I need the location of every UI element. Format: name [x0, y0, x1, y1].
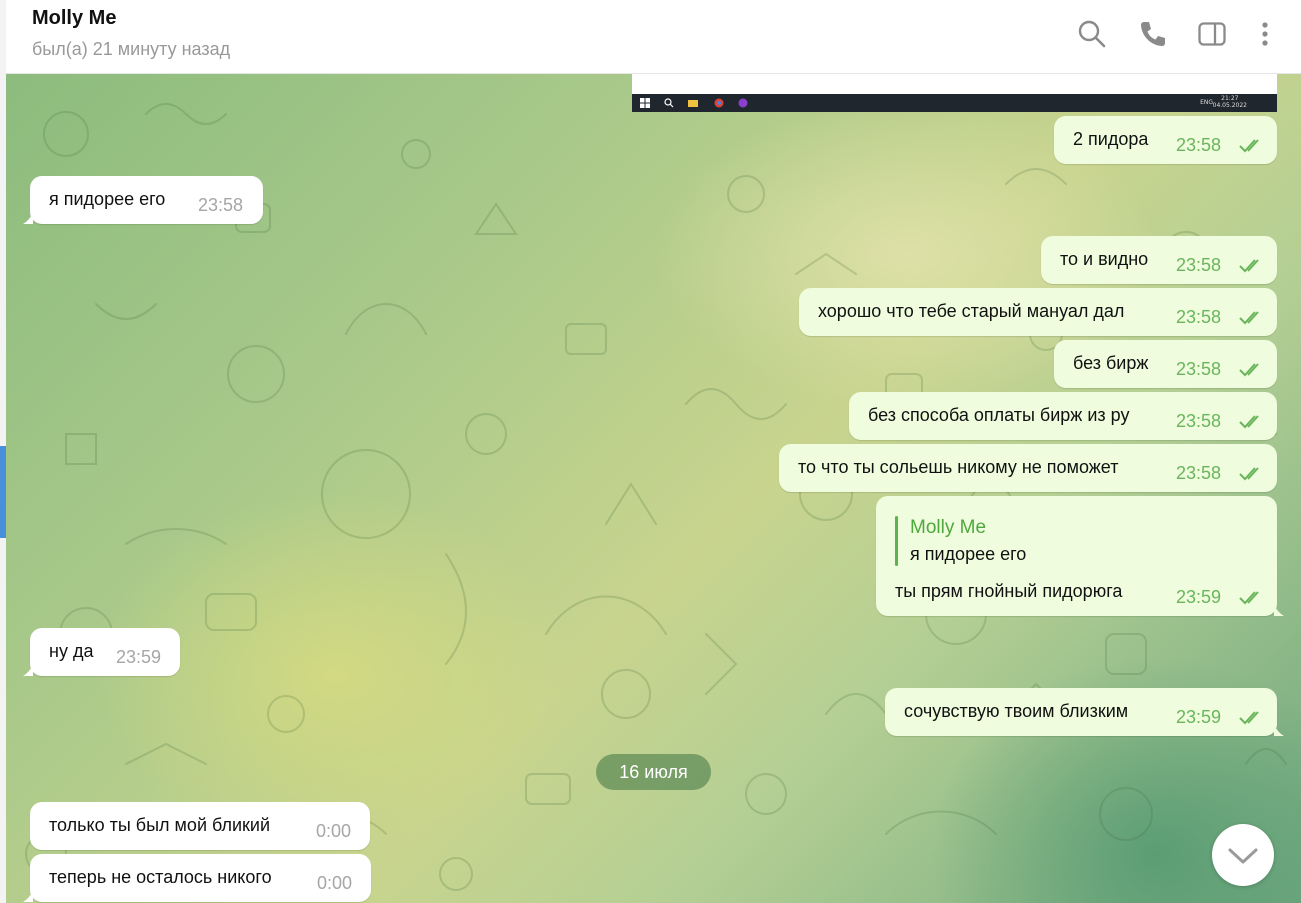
double-check-icon [1239, 467, 1259, 481]
message-outgoing[interactable]: без бирж 23:58 [1054, 340, 1277, 388]
message-text: ну да [49, 641, 94, 661]
bubble-tail [1274, 724, 1284, 736]
bubble-tail [23, 890, 33, 902]
message-text: теперь не осталось никого [49, 867, 272, 887]
message-outgoing[interactable]: 2 пидора 23:58 [1054, 116, 1277, 164]
sidebar-toggle-icon[interactable] [1196, 18, 1228, 50]
last-seen-status: был(а) 21 минуту назад [32, 39, 231, 59]
message-text: только ты был мой бликий [49, 815, 271, 835]
message-text: то что ты сольешь никому не поможет [798, 457, 1119, 477]
bubble-tail [23, 212, 33, 224]
double-check-icon [1239, 139, 1259, 153]
date-separator: 16 июля [596, 754, 711, 790]
message-time: 23:58 [198, 195, 244, 215]
message-time: 23:58 [1176, 463, 1222, 483]
reply-quote-text[interactable]: я пидорее его [910, 544, 1026, 565]
chevron-down-icon [1228, 848, 1258, 864]
shared-screenshot[interactable]: ENG 21:27 04.05.2022 [632, 74, 1277, 112]
message-text: я пидорее его [49, 189, 166, 209]
message-time: 23:58 [1176, 411, 1222, 431]
double-check-icon [1239, 363, 1259, 377]
chat-area[interactable]: ENG 21:27 04.05.2022 2 пидора 23:58 я пи… [6, 74, 1301, 903]
message-text: без бирж [1073, 353, 1149, 373]
phone-icon[interactable] [1137, 18, 1169, 50]
message-incoming[interactable]: я пидорее его 23:58 [23, 176, 263, 224]
message-time: 23:59 [1176, 587, 1222, 607]
tor-browser-icon [738, 98, 748, 108]
double-check-icon [1239, 591, 1259, 605]
taskbar-language: ENG [1200, 99, 1213, 106]
taskbar-clock: 21:27 04.05.2022 [1213, 95, 1247, 109]
message-outgoing[interactable]: хорошо что тебе старый мануал дал 23:58 [799, 288, 1277, 336]
double-check-icon [1239, 711, 1259, 725]
reply-author[interactable]: Molly Me [910, 517, 986, 539]
message-time: 23:58 [1176, 359, 1222, 379]
screenshot-taskbar: ENG 21:27 04.05.2022 [632, 94, 1277, 112]
message-text: то и видно [1060, 249, 1149, 269]
message-incoming[interactable]: ну да 23:59 [23, 628, 180, 676]
message-outgoing[interactable]: то и видно 23:58 [1041, 236, 1277, 284]
taskbar-search-icon [664, 98, 674, 108]
search-icon[interactable] [1076, 18, 1108, 50]
chat-header: Molly Me был(а) 21 минуту назад [6, 0, 1301, 74]
message-incoming[interactable]: теперь не осталось никого 0:00 [23, 854, 371, 902]
message-outgoing[interactable]: то что ты сольешь никому не поможет 23:5… [779, 444, 1277, 492]
message-time: 23:58 [1176, 307, 1222, 327]
message-time: 23:58 [1176, 135, 1222, 155]
bubble-tail [23, 664, 33, 676]
message-text: сочувствую твоим близким [904, 701, 1129, 721]
double-check-icon [1239, 311, 1259, 325]
chrome-icon [714, 98, 724, 108]
reply-quote-bar [895, 516, 898, 566]
windows-start-icon [640, 98, 650, 108]
double-check-icon [1239, 415, 1259, 429]
message-outgoing-reply[interactable]: Molly Me я пидорее его ты прям гнойный п… [876, 496, 1284, 616]
file-explorer-icon [688, 100, 698, 107]
message-incoming[interactable]: только ты был мой бликий 0:00 [30, 802, 370, 850]
message-outgoing[interactable]: сочувствую твоим близким 23:59 [885, 688, 1284, 736]
message-text: без способа оплаты бирж из ру [868, 405, 1130, 425]
chat-title[interactable]: Molly Me [32, 7, 116, 30]
message-time: 23:59 [1176, 707, 1222, 727]
bubble-tail [1274, 604, 1284, 616]
taskbar-clock-time: 21:27 [1221, 95, 1239, 102]
message-time: 0:00 [317, 873, 353, 893]
message-outgoing[interactable]: без способа оплаты бирж из ру 23:58 [849, 392, 1277, 440]
message-time: 0:00 [316, 821, 352, 841]
taskbar-clock-date: 04.05.2022 [1212, 102, 1247, 109]
message-text: хорошо что тебе старый мануал дал [818, 301, 1125, 321]
message-time: 23:58 [1176, 255, 1222, 275]
double-check-icon [1239, 259, 1259, 273]
message-text: 2 пидора [1073, 129, 1149, 149]
scroll-to-bottom-button[interactable] [1212, 824, 1274, 886]
message-text: ты прям гнойный пидорюга [895, 581, 1123, 601]
more-vertical-icon[interactable] [1249, 18, 1281, 50]
message-time: 23:59 [116, 647, 162, 667]
